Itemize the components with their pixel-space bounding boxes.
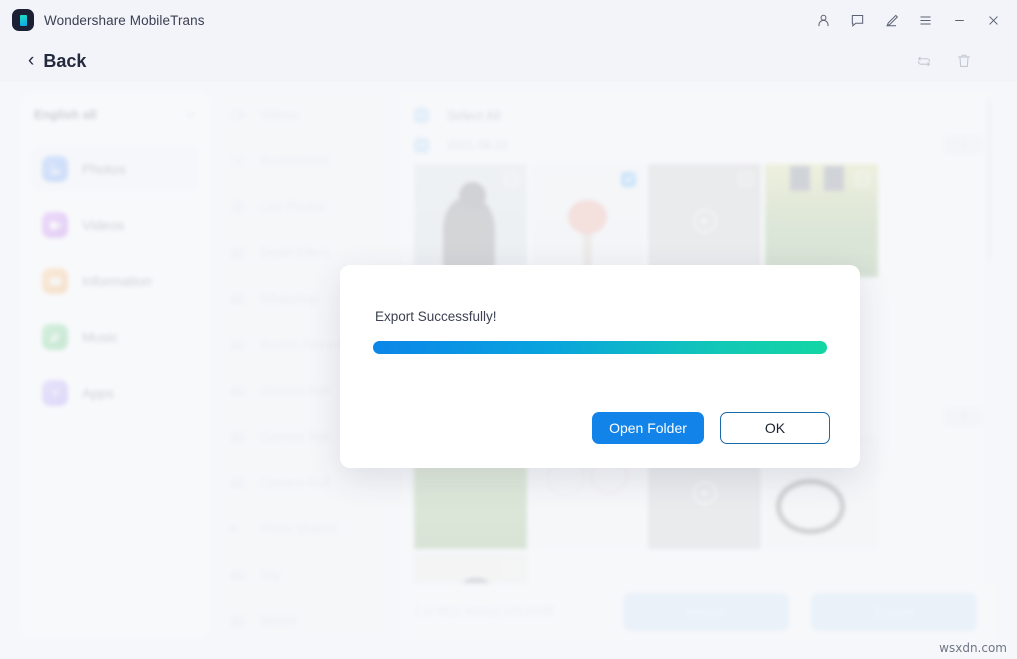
export-success-dialog: Export Successfully! Open Folder OK (340, 265, 860, 468)
back-button[interactable]: ‹ Back (28, 51, 86, 72)
dialog-title: Export Successfully! (375, 309, 497, 324)
minimize-icon[interactable] (943, 5, 975, 35)
open-folder-button[interactable]: Open Folder (592, 412, 704, 444)
progress-bar (373, 341, 827, 354)
ok-button[interactable]: OK (720, 412, 830, 444)
menu-icon[interactable] (909, 5, 941, 35)
window-controls (807, 5, 1017, 35)
app-logo-icon (12, 9, 34, 31)
app-window: Wondershare MobileTrans (0, 0, 1017, 659)
dialog-actions: Open Folder OK (592, 412, 830, 444)
account-icon[interactable] (807, 5, 839, 35)
delete-icon[interactable] (953, 50, 975, 72)
header-toolbar (913, 50, 1017, 72)
feedback-icon[interactable] (841, 5, 873, 35)
title-bar: Wondershare MobileTrans (0, 0, 1017, 40)
refresh-icon[interactable] (913, 50, 935, 72)
close-icon[interactable] (977, 5, 1009, 35)
edit-icon[interactable] (875, 5, 907, 35)
page-header: ‹ Back (0, 40, 1017, 82)
back-label: Back (43, 51, 86, 72)
app-title: Wondershare MobileTrans (44, 13, 205, 28)
watermark: wsxdn.com (939, 641, 1007, 655)
back-chevron-icon: ‹ (28, 51, 34, 70)
